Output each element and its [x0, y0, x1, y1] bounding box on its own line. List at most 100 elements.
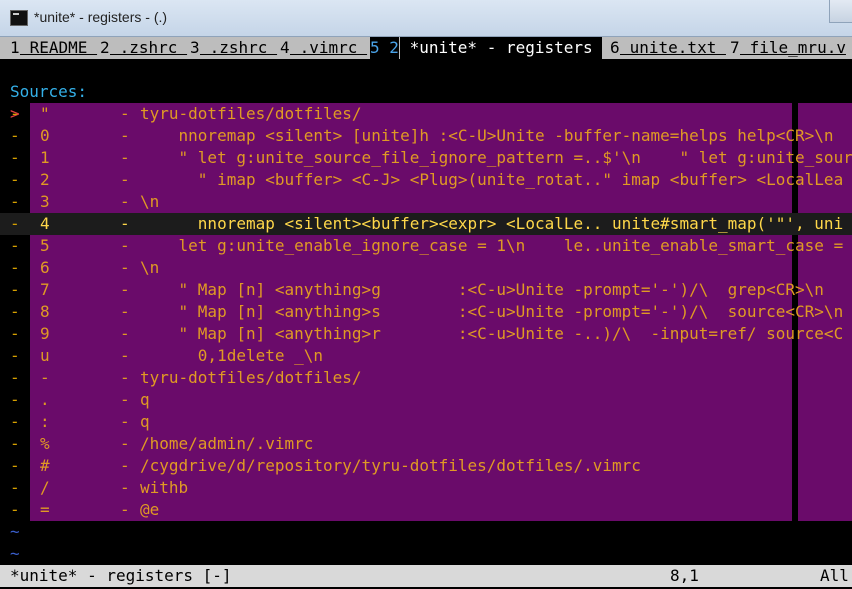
row-separator: -: [120, 456, 130, 475]
row-separator: -: [120, 302, 130, 321]
register-row[interactable]: - 2 - " imap <buffer> <C-J> <Plug>(unite_r…: [0, 169, 852, 191]
tab-number-3[interactable]: 3: [190, 37, 200, 59]
status-scroll: All: [820, 566, 849, 585]
register-row[interactable]: -.-q: [0, 389, 852, 411]
register-name: ": [40, 104, 50, 123]
register-row[interactable]: - 7 - " Map [n] <anything>g :<C-u>Unite -p…: [0, 279, 852, 301]
register-name: =: [40, 500, 50, 519]
register-row[interactable]: - " - tyru-dotfiles/dotfiles/: [0, 103, 852, 125]
register-row[interactable]: - 1 - " let g:unite_source_file_ignore_pat…: [0, 147, 852, 169]
tab-number-2[interactable]: 2: [100, 37, 110, 59]
register-content: q: [140, 390, 150, 409]
register-row[interactable]: - = - @e: [0, 499, 852, 521]
tab-number-6[interactable]: 6: [610, 37, 620, 59]
vim-screen[interactable]: 1 README 2 .zshrc 3 .zshrc 4 .vimrc 5 2 …: [0, 37, 852, 589]
register-row[interactable]: - 5 - let g:unite_enable_ignore_case = 1\n…: [0, 235, 852, 257]
register-row[interactable]: - 4 - nnoremap <silent><buffer><expr> <Loc…: [0, 213, 852, 235]
row-marker: -: [10, 302, 20, 321]
row-marker: -: [10, 500, 20, 519]
terminal-window: *unite* - registers - (.) 1 README 2 .zs…: [0, 0, 852, 589]
row-separator: -: [120, 478, 130, 497]
row-marker: -: [10, 104, 20, 123]
register-content: \n: [140, 258, 160, 277]
tab-zshrc-2[interactable]: .zshrc: [200, 37, 277, 59]
register-name: 6: [40, 258, 50, 277]
row-marker: -: [10, 390, 20, 409]
register-row[interactable]: - / - withb: [0, 477, 852, 499]
register-row[interactable]: - 9 - " Map [n] <anything>r :<C-u>Unite -.…: [0, 323, 852, 345]
row-marker: -: [10, 192, 20, 211]
row-separator: -: [120, 126, 130, 145]
row-separator: -: [120, 324, 130, 343]
row-separator: -: [120, 192, 130, 211]
register-content: withb: [140, 478, 189, 497]
tab-zshrc-1[interactable]: .zshrc: [110, 37, 187, 59]
status-cursor-position: 8,1: [670, 566, 699, 585]
register-row[interactable]: - 8 - " Map [n] <anything>s :<C-u>Unite -p…: [0, 301, 852, 323]
register-name: -: [40, 368, 50, 387]
tab-number-5[interactable]: 5 2: [370, 37, 399, 59]
row-separator: -: [120, 390, 130, 409]
register-row[interactable]: - - - tyru-dotfiles/dotfiles/: [0, 367, 852, 389]
empty-line-tilde: ~: [10, 544, 20, 563]
register-row[interactable]: -3- \n: [0, 191, 852, 213]
tab-file-mru[interactable]: file_mru.v: [740, 37, 846, 59]
status-line: *unite* - registers [-] 8,1 All: [0, 565, 852, 587]
register-content: nnoremap <silent><buffer><expr> <LocalLe…: [140, 214, 844, 233]
row-separator: -: [120, 258, 130, 277]
register-name: 3: [40, 192, 50, 211]
row-marker: -: [10, 148, 20, 167]
tab-number-7[interactable]: 7: [730, 37, 740, 59]
register-row[interactable]: - 0 - nnoremap <silent> [unite]h :<C-U>Uni…: [0, 125, 852, 147]
row-separator: -: [120, 346, 130, 365]
register-content: " let g:unite_source_file_ignore_pattern…: [140, 148, 852, 167]
row-marker: -: [10, 280, 20, 299]
register-content: " Map [n] <anything>g :<C-u>Unite -promp…: [140, 280, 824, 299]
tab-readme[interactable]: README: [20, 37, 97, 59]
row-separator: -: [120, 434, 130, 453]
row-separator: -: [120, 104, 130, 123]
tab-unite-txt[interactable]: unite.txt: [620, 37, 726, 59]
register-name: 8: [40, 302, 50, 321]
row-separator: -: [120, 170, 130, 189]
register-row[interactable]: - u - 0,1delete _\n: [0, 345, 852, 367]
row-separator: -: [120, 236, 130, 255]
register-content: nnoremap <silent> [unite]h :<C-U>Unite -…: [140, 126, 834, 145]
register-row[interactable]: -% -/home/admin/.vimrc: [0, 433, 852, 455]
window-title: *unite* - registers - (.): [34, 9, 168, 25]
row-separator: -: [120, 148, 130, 167]
terminal-icon: [10, 10, 28, 26]
row-separator: -: [120, 214, 130, 233]
register-content: tyru-dotfiles/dotfiles/: [140, 104, 362, 123]
register-row[interactable]: -6- \n: [0, 257, 852, 279]
tab-unite-registers[interactable]: *unite* - registers: [400, 37, 603, 59]
tab-number-4[interactable]: 4: [280, 37, 290, 59]
register-row[interactable]: -:-q: [0, 411, 852, 433]
register-content: \n: [140, 192, 160, 211]
register-row[interactable]: - # -/cygdrive/d/repository/tyru-dotfiles/…: [0, 455, 852, 477]
title-bar[interactable]: *unite* - registers - (.): [0, 0, 852, 37]
tab-vimrc[interactable]: .vimrc: [290, 37, 367, 59]
register-name: 9: [40, 324, 50, 343]
row-marker: -: [10, 324, 20, 343]
register-content: let g:unite_enable_ignore_case = 1\n le.…: [140, 236, 844, 255]
row-separator: -: [120, 368, 130, 387]
row-separator: -: [120, 500, 130, 519]
window-control-button[interactable]: [829, 0, 852, 23]
row-marker: -: [10, 434, 20, 453]
row-marker: -: [10, 258, 20, 277]
register-name: %: [40, 434, 50, 453]
unite-prompt[interactable]: >: [0, 81, 852, 123]
register-content: " Map [n] <anything>r :<C-u>Unite -..)/\…: [140, 324, 844, 343]
register-name: 4: [40, 214, 50, 233]
register-name: :: [40, 412, 50, 431]
row-separator: -: [120, 412, 130, 431]
register-name: 2: [40, 170, 50, 189]
register-name: /: [40, 478, 50, 497]
status-buffer-name: *unite* - registers [-]: [10, 566, 232, 585]
register-name: .: [40, 390, 50, 409]
register-name: 7: [40, 280, 50, 299]
tab-number-1[interactable]: 1: [10, 37, 20, 59]
tab-line: 1 README 2 .zshrc 3 .zshrc 4 .vimrc 5 2 …: [0, 37, 852, 59]
register-content: @e: [140, 500, 160, 519]
